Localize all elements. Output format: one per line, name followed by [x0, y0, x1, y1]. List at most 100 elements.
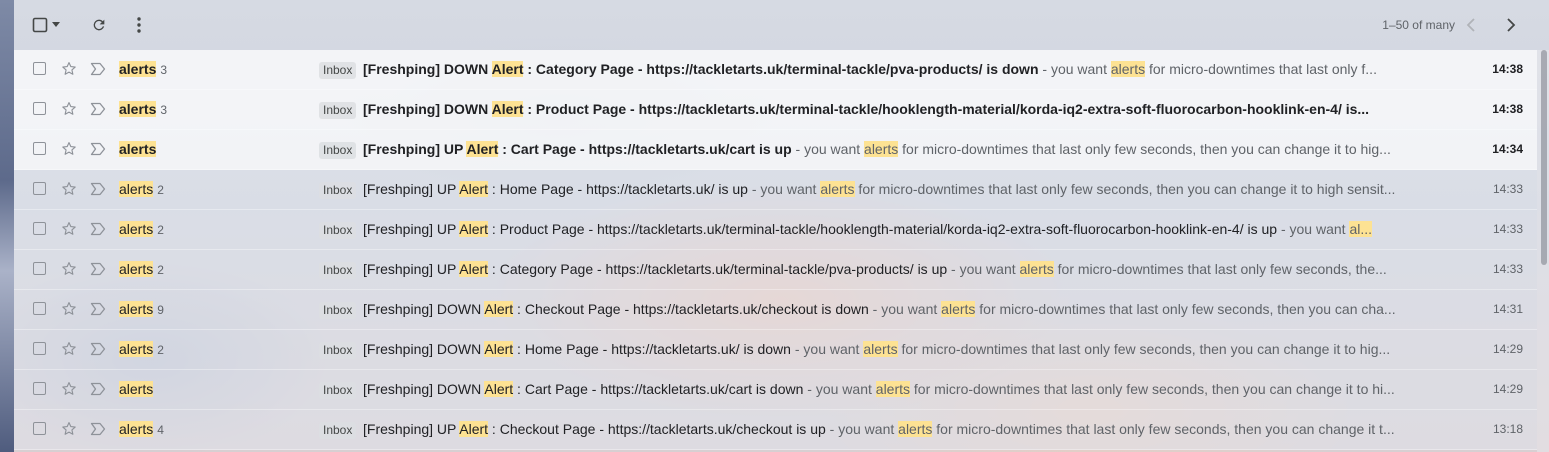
subject-highlight: Alert [484, 301, 514, 317]
important-marker-icon[interactable] [90, 342, 106, 356]
email-row[interactable]: alerts 9 Inbox [Freshping] DOWN Alert : C… [14, 290, 1537, 330]
star-icon[interactable] [60, 60, 78, 78]
important-marker-icon[interactable] [90, 422, 106, 436]
subject-rest: : Checkout Page - https://tackletarts.uk… [488, 421, 826, 437]
email-row[interactable]: alerts 2 Inbox [Freshping] UP Alert : Pro… [14, 210, 1537, 250]
subject-line: [Freshping] UP Alert : Home Page - https… [363, 181, 1426, 197]
snippet-highlight: alerts [898, 421, 933, 437]
snippet-highlight: alerts [941, 301, 976, 317]
inbox-label-badge[interactable]: Inbox [319, 302, 357, 319]
received-time: 14:38 [1492, 62, 1523, 76]
important-marker-icon[interactable] [90, 382, 106, 396]
subject-highlight: Alert [484, 381, 514, 397]
snippet-rest: for micro-downtimes that last only few s… [932, 421, 1395, 437]
snippet: - you want al... [1277, 221, 1373, 237]
row-checkbox[interactable] [33, 142, 46, 155]
email-row[interactable]: alerts 3 Inbox [Freshping] DOWN Alert : C… [14, 50, 1537, 90]
inbox-label-badge[interactable]: Inbox [319, 62, 357, 79]
subject-line: [Freshping] DOWN Alert : Home Page - htt… [363, 341, 1426, 357]
subject: [Freshping] UP Alert : Home Page - https… [363, 181, 748, 197]
star-icon[interactable] [60, 180, 78, 198]
email-row[interactable]: alerts Inbox [Freshping] UP Alert : Cart… [14, 130, 1537, 170]
row-checkbox[interactable] [33, 182, 46, 195]
star-icon[interactable] [60, 140, 78, 158]
subject-prefix: [Freshping] DOWN [363, 381, 485, 397]
newer-page-button[interactable] [1499, 13, 1523, 37]
star-icon[interactable] [60, 380, 78, 398]
important-marker-icon[interactable] [90, 222, 106, 236]
row-checkbox[interactable] [33, 302, 46, 315]
sender-name: alerts [119, 301, 154, 317]
star-icon[interactable] [60, 300, 78, 318]
sender: alerts 3 [119, 101, 167, 117]
select-dropdown-button[interactable] [48, 13, 64, 37]
inbox-label-badge[interactable]: Inbox [319, 262, 357, 279]
email-row[interactable]: alerts 4 Inbox [Freshping] UP Alert : Che… [14, 410, 1537, 450]
important-marker-icon[interactable] [90, 302, 106, 316]
row-checkbox[interactable] [33, 222, 46, 235]
snippet: - you want alerts for micro-downtimes th… [791, 341, 1390, 357]
row-checkbox[interactable] [33, 342, 46, 355]
important-marker-icon[interactable] [90, 182, 106, 196]
sender: alerts [119, 381, 157, 397]
important-marker-icon[interactable] [90, 262, 106, 276]
snippet-rest: for micro-downtimes that last only few s… [910, 381, 1395, 397]
snippet-prefix: - you want [790, 341, 864, 357]
important-marker-icon[interactable] [90, 102, 106, 116]
star-icon[interactable] [60, 100, 78, 118]
sender-name: alerts [119, 341, 154, 357]
important-marker-icon[interactable] [90, 142, 106, 156]
subject-line: [Freshping] DOWN Alert : Cart Page - htt… [363, 381, 1426, 397]
email-list: alerts 3 Inbox [Freshping] DOWN Alert : C… [14, 50, 1537, 450]
sender: alerts 2 [119, 341, 164, 357]
subject: [Freshping] UP Alert : Category Page - h… [363, 261, 947, 277]
subject-prefix: [Freshping] DOWN [363, 61, 492, 77]
star-icon[interactable] [60, 260, 78, 278]
snippet-prefix: - you want [791, 141, 865, 157]
star-icon[interactable] [60, 220, 78, 238]
email-row[interactable]: alerts Inbox [Freshping] DOWN Alert : Ca… [14, 370, 1537, 410]
snippet-highlight: alerts [1019, 261, 1054, 277]
row-checkbox[interactable] [33, 62, 46, 75]
inbox-label-badge[interactable]: Inbox [319, 342, 357, 359]
sender: alerts 9 [119, 301, 164, 317]
inbox-label-badge[interactable]: Inbox [319, 102, 357, 119]
row-checkbox[interactable] [33, 382, 46, 395]
email-row[interactable]: alerts 2 Inbox [Freshping] UP Alert : Cat… [14, 250, 1537, 290]
subject-rest: : Cart Page - https://tackletarts.uk/car… [513, 381, 804, 397]
caret-down-icon [52, 22, 60, 27]
inbox-label-badge[interactable]: Inbox [319, 142, 357, 159]
row-checkbox[interactable] [33, 102, 46, 115]
refresh-button[interactable] [87, 13, 111, 37]
email-row[interactable]: alerts 3 Inbox [Freshping] DOWN Alert : P… [14, 90, 1537, 130]
snippet-highlight: al... [1349, 221, 1373, 237]
subject-highlight: Alert [484, 341, 514, 357]
row-checkbox[interactable] [33, 262, 46, 275]
inbox-label-badge[interactable]: Inbox [319, 422, 357, 439]
received-time: 14:33 [1492, 222, 1523, 236]
subject-prefix: [Freshping] DOWN [363, 101, 492, 117]
thread-count: 9 [157, 303, 164, 317]
sender: alerts 2 [119, 221, 164, 237]
scrollbar-thumb[interactable] [1541, 50, 1547, 265]
star-icon[interactable] [60, 340, 78, 358]
snippet-prefix: - you want [947, 261, 1020, 277]
inbox-label-badge[interactable]: Inbox [319, 382, 357, 399]
snippet-rest: for micro-downtimes that last only few s… [898, 141, 1391, 157]
refresh-icon [93, 19, 105, 31]
snippet: - you want alerts for micro-downtimes th… [792, 141, 1391, 157]
star-icon[interactable] [60, 420, 78, 438]
received-time: 14:31 [1492, 302, 1523, 316]
inbox-label-badge[interactable]: Inbox [319, 182, 357, 199]
sender: alerts 2 [119, 181, 164, 197]
more-options-button[interactable] [127, 13, 151, 37]
older-page-button[interactable] [1459, 13, 1483, 37]
important-marker-icon[interactable] [90, 62, 106, 76]
email-row[interactable]: alerts 2 Inbox [Freshping] UP Alert : Hom… [14, 170, 1537, 210]
row-checkbox[interactable] [33, 422, 46, 435]
mail-list-panel: 1–50 of many alerts 3 Inbox [Freshping] D… [14, 0, 1549, 452]
background-edge [0, 0, 14, 452]
list-toolbar: 1–50 of many [14, 0, 1549, 50]
inbox-label-badge[interactable]: Inbox [319, 222, 357, 239]
email-row[interactable]: alerts 2 Inbox [Freshping] DOWN Alert : H… [14, 330, 1537, 370]
